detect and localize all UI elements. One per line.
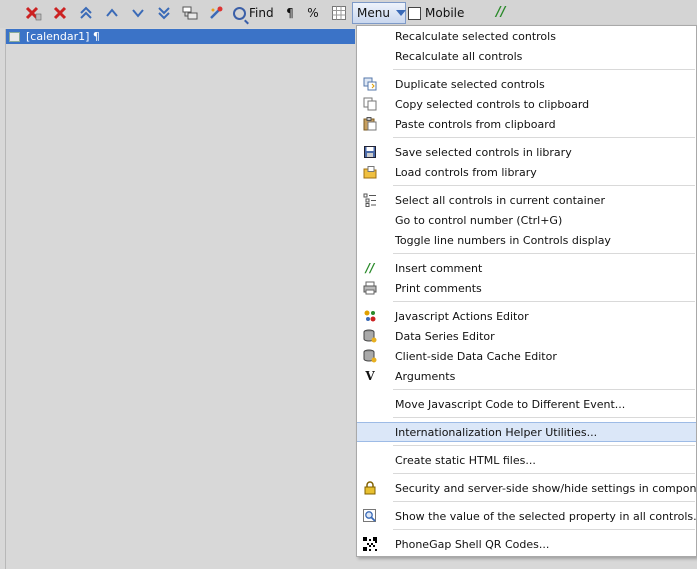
menu-item-recalculate-selected[interactable]: Recalculate selected controls bbox=[357, 26, 696, 46]
menu-item-recalculate-all[interactable]: Recalculate all controls bbox=[357, 46, 696, 66]
menu-item-label: Go to control number (Ctrl+G) bbox=[395, 213, 563, 227]
menu-item-label: Load controls from library bbox=[395, 165, 537, 179]
qr-code-icon bbox=[363, 537, 377, 551]
properties-icon[interactable] bbox=[207, 4, 225, 22]
calendar-icon bbox=[9, 31, 20, 42]
menu-item-label: Recalculate all controls bbox=[395, 49, 523, 63]
menu-item-label: Select all controls in current container bbox=[395, 193, 605, 207]
menu-item-arguments[interactable]: V Arguments bbox=[357, 366, 696, 386]
find-label: Find bbox=[249, 6, 274, 20]
menu-item-label: Arguments bbox=[395, 369, 456, 383]
toolbar: Find ¶ % Menu Mobile // bbox=[0, 0, 697, 28]
search-icon bbox=[233, 6, 246, 20]
menu-item-label: Data Series Editor bbox=[395, 329, 495, 343]
database-icon bbox=[363, 329, 377, 343]
menu-item-label: Security and server-side show/hide setti… bbox=[395, 481, 697, 495]
actions-icon bbox=[363, 309, 377, 323]
percent-button[interactable]: % bbox=[306, 4, 320, 22]
menu-item-label: Show the value of the selected property … bbox=[395, 509, 697, 523]
menu-item-copy[interactable]: Copy selected controls to clipboard bbox=[357, 94, 696, 114]
menu-item-label: Client-side Data Cache Editor bbox=[395, 349, 557, 363]
menu-separator bbox=[393, 389, 695, 390]
menu-label: Menu bbox=[357, 6, 390, 20]
menu-item-internationalization[interactable]: Internationalization Helper Utilities... bbox=[357, 422, 696, 442]
move-up-icon[interactable] bbox=[103, 4, 121, 22]
menu-item-duplicate[interactable]: Duplicate selected controls bbox=[357, 74, 696, 94]
menu-item-client-data-cache-editor[interactable]: Client-side Data Cache Editor bbox=[357, 346, 696, 366]
delete-selected-icon[interactable] bbox=[24, 4, 42, 22]
dropdown-arrow-icon bbox=[395, 10, 406, 16]
paste-icon bbox=[363, 117, 377, 131]
menu-separator bbox=[393, 417, 695, 418]
save-icon bbox=[363, 145, 377, 159]
folder-icon bbox=[363, 165, 377, 179]
menu-separator bbox=[393, 301, 695, 302]
menu-item-label: Save selected controls in library bbox=[395, 145, 572, 159]
menu-item-go-to-control[interactable]: Go to control number (Ctrl+G) bbox=[357, 210, 696, 230]
mobile-checkbox[interactable] bbox=[408, 6, 421, 20]
menu-item-label: Move Javascript Code to Different Event.… bbox=[395, 397, 626, 411]
menu-separator bbox=[393, 137, 695, 138]
find-button[interactable]: Find bbox=[233, 4, 274, 22]
duplicate-icon bbox=[363, 77, 377, 91]
menu-item-label: Toggle line numbers in Controls display bbox=[395, 233, 611, 247]
menu-item-paste[interactable]: Paste controls from clipboard bbox=[357, 114, 696, 134]
comment-icon[interactable]: // bbox=[496, 5, 506, 20]
menu-separator bbox=[393, 501, 695, 502]
menu-item-javascript-actions-editor[interactable]: Javascript Actions Editor bbox=[357, 306, 696, 326]
mobile-label: Mobile bbox=[425, 6, 465, 20]
menu-dropdown: Recalculate selected controls Recalculat… bbox=[356, 25, 697, 557]
menu-item-label: Internationalization Helper Utilities... bbox=[395, 425, 598, 439]
menu-item-move-javascript-code[interactable]: Move Javascript Code to Different Event.… bbox=[357, 394, 696, 414]
magnifier-icon bbox=[363, 509, 377, 523]
menu-item-select-all[interactable]: Select all controls in current container bbox=[357, 190, 696, 210]
menu-item-label: Javascript Actions Editor bbox=[395, 309, 529, 323]
menu-item-show-property-value[interactable]: Show the value of the selected property … bbox=[357, 506, 697, 526]
menu-item-create-static-html[interactable]: Create static HTML files... bbox=[357, 450, 696, 470]
menu-item-label: PhoneGap Shell QR Codes... bbox=[395, 537, 550, 551]
menu-separator bbox=[393, 69, 695, 70]
menu-item-security-settings[interactable]: Security and server-side show/hide setti… bbox=[357, 478, 697, 498]
menu-item-data-series-editor[interactable]: Data Series Editor bbox=[357, 326, 696, 346]
menu-item-insert-comment[interactable]: // Insert comment bbox=[357, 258, 696, 278]
menu-item-label: Paste controls from clipboard bbox=[395, 117, 556, 131]
pilcrow-button[interactable]: ¶ bbox=[284, 4, 296, 22]
menu-item-print-comments[interactable]: Print comments bbox=[357, 278, 696, 298]
menu-item-phonegap-qr[interactable]: PhoneGap Shell QR Codes... bbox=[357, 534, 696, 554]
menu-item-label: Create static HTML files... bbox=[395, 453, 536, 467]
select-all-icon bbox=[363, 193, 377, 207]
menu-item-label: Duplicate selected controls bbox=[395, 77, 545, 91]
v-icon: V bbox=[365, 369, 375, 383]
grid-icon[interactable] bbox=[331, 4, 347, 22]
menu-item-label: Print comments bbox=[395, 281, 482, 295]
move-top-icon[interactable] bbox=[77, 4, 95, 22]
menu-item-load-library[interactable]: Load controls from library bbox=[357, 162, 696, 182]
database-icon bbox=[363, 349, 377, 363]
comment-icon: // bbox=[365, 261, 375, 275]
delete-icon[interactable] bbox=[51, 4, 69, 22]
container-icon[interactable] bbox=[181, 4, 199, 22]
menu-button[interactable]: Menu bbox=[352, 2, 406, 24]
controls-panel bbox=[5, 29, 356, 569]
tree-item-label: [calendar1] ¶ bbox=[26, 30, 100, 43]
printer-icon bbox=[363, 281, 377, 295]
menu-separator bbox=[393, 445, 695, 446]
menu-item-toggle-line-numbers[interactable]: Toggle line numbers in Controls display bbox=[357, 230, 696, 250]
menu-item-label: Insert comment bbox=[395, 261, 483, 275]
lock-icon bbox=[363, 481, 377, 495]
tree-item-calendar[interactable]: [calendar1] ¶ bbox=[6, 29, 355, 44]
menu-separator bbox=[393, 253, 695, 254]
mobile-toggle[interactable]: Mobile bbox=[408, 6, 464, 20]
menu-separator bbox=[393, 473, 695, 474]
menu-separator bbox=[393, 529, 695, 530]
menu-separator bbox=[393, 185, 695, 186]
move-down-icon[interactable] bbox=[129, 4, 147, 22]
move-bottom-icon[interactable] bbox=[155, 4, 173, 22]
menu-item-label: Copy selected controls to clipboard bbox=[395, 97, 590, 111]
copy-icon bbox=[363, 97, 377, 111]
menu-item-save-library[interactable]: Save selected controls in library bbox=[357, 142, 696, 162]
menu-item-label: Recalculate selected controls bbox=[395, 29, 556, 43]
